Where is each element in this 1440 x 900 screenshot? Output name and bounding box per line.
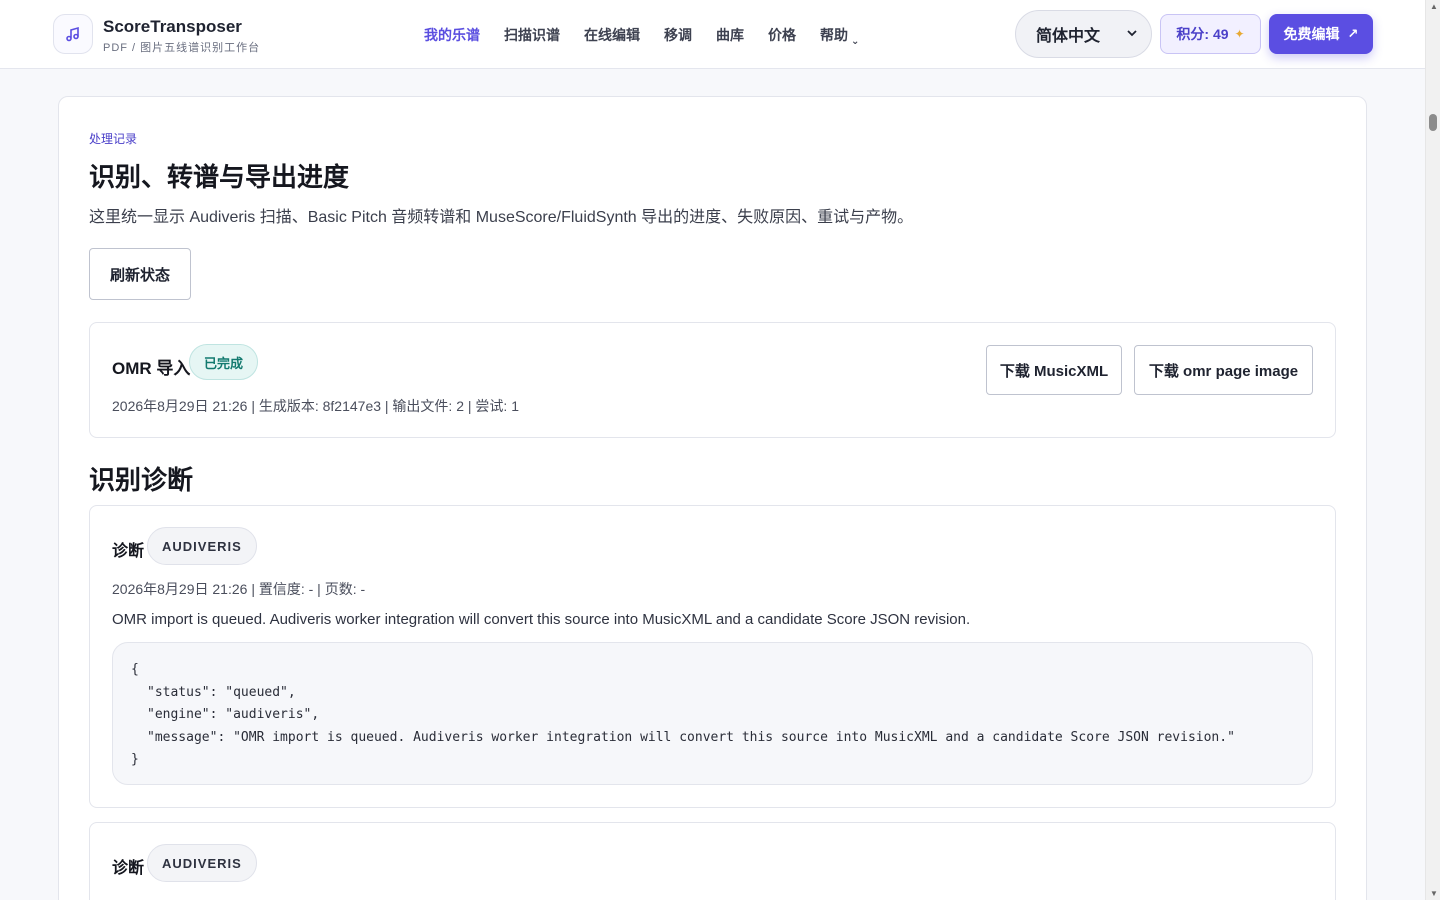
processing-records-panel: 处理记录 识别、转谱与导出进度 这里统一显示 Audiveris 扫描、Basi… xyxy=(58,96,1367,900)
diagnostic-meta: 2026年8月29日 21:26 | 置信度: - | 页数: - xyxy=(112,581,366,597)
nav-my-scores[interactable]: 我的乐谱 xyxy=(424,25,480,45)
page-description: 这里统一显示 Audiveris 扫描、Basic Pitch 音频转谱和 Mu… xyxy=(89,209,914,226)
json-line: } xyxy=(131,752,139,767)
diagnostic-json: { "status": "queued", "engine": "audiveris… xyxy=(112,642,1313,785)
json-line: { xyxy=(131,662,139,677)
brand-subtitle: PDF / 图片五线谱识别工作台 xyxy=(103,42,261,54)
language-value: 简体中文 xyxy=(1036,28,1101,45)
nav-online-edit[interactable]: 在线编辑 xyxy=(584,25,640,45)
engine-badge: AUDIVERIS xyxy=(147,844,257,882)
diagnostic-card: 诊断 AUDIVERIS 2026年8月29日 21:26 | 置信度: - |… xyxy=(89,505,1336,808)
json-line: "engine": "audiveris", xyxy=(147,707,320,722)
scroll-up-icon[interactable]: ▲ xyxy=(1430,2,1438,11)
nav-help[interactable]: 帮助 ⌄ xyxy=(820,25,860,47)
page-title: 识别、转谱与导出进度 xyxy=(89,162,350,192)
brand-name[interactable]: ScoreTransposer xyxy=(103,17,242,37)
scrollbar-thumb[interactable] xyxy=(1429,114,1437,131)
section-eyebrow: 处理记录 xyxy=(89,132,138,146)
download-page-image-button[interactable]: 下载 omr page image xyxy=(1134,345,1313,395)
json-line: "status": "queued", xyxy=(147,684,296,700)
language-select[interactable]: 简体中文 xyxy=(1015,10,1152,58)
download-musicxml-button[interactable]: 下载 MusicXML xyxy=(986,345,1122,395)
logo[interactable] xyxy=(53,14,93,54)
nav-help-label: 帮助 xyxy=(820,27,848,43)
job-title: OMR 导入 xyxy=(112,359,191,378)
job-meta: 2026年8月29日 21:26 | 生成版本: 8f2147e3 | 输出文件… xyxy=(112,398,519,414)
music-note-icon xyxy=(66,26,79,42)
chevron-down-icon: ⌄ xyxy=(851,36,860,47)
json-line: "message": "OMR import is queued. Audive… xyxy=(147,729,1235,745)
status-badge: 已完成 xyxy=(189,344,259,380)
nav-scan[interactable]: 扫描识谱 xyxy=(504,25,560,45)
nav-transpose[interactable]: 移调 xyxy=(664,25,692,45)
main-nav: 我的乐谱 扫描识谱 在线编辑 移调 曲库 价格 帮助 ⌄ xyxy=(424,25,883,47)
sparkle-icon: ✦ xyxy=(1234,27,1245,41)
diagnostics-title: 识别诊断 xyxy=(89,465,194,495)
free-edit-button[interactable]: 免费编辑 ↗ xyxy=(1269,14,1373,54)
free-edit-label: 免费编辑 xyxy=(1283,26,1340,42)
chevron-down-icon xyxy=(1127,30,1137,37)
diagnostic-card: 诊断 AUDIVERIS xyxy=(89,822,1336,900)
engine-badge: AUDIVERIS xyxy=(147,527,257,565)
diagnostic-title: 诊断 xyxy=(112,543,145,560)
job-card: OMR 导入 已完成 2026年8月29日 21:26 | 生成版本: 8f21… xyxy=(89,322,1336,438)
nav-pricing[interactable]: 价格 xyxy=(768,25,796,45)
external-link-icon: ↗ xyxy=(1347,26,1359,41)
diagnostic-message: OMR import is queued. Audiveris worker i… xyxy=(112,611,971,628)
page-scrollbar[interactable]: ▲ ▼ xyxy=(1425,0,1440,900)
points-label: 积分: 49 xyxy=(1176,26,1229,42)
refresh-status-button[interactable]: 刷新状态 xyxy=(89,248,191,300)
points-badge[interactable]: 积分: 49 ✦ xyxy=(1160,14,1261,54)
top-navigation-bar: ScoreTransposer PDF / 图片五线谱识别工作台 我的乐谱 扫描… xyxy=(0,0,1425,69)
nav-library[interactable]: 曲库 xyxy=(716,25,744,45)
diagnostic-title: 诊断 xyxy=(112,860,145,877)
scroll-down-icon[interactable]: ▼ xyxy=(1430,889,1438,898)
